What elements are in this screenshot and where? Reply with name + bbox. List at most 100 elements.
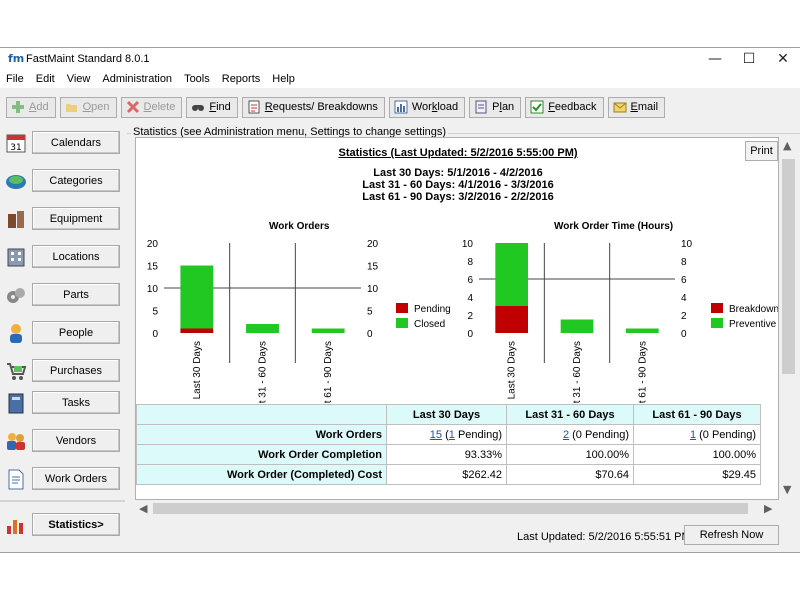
sidebar-item-parts: Parts — [0, 278, 125, 312]
legend-label: Pending — [414, 304, 451, 315]
menu-help[interactable]: Help — [266, 73, 301, 85]
statistics-button[interactable]: Statistics> — [32, 513, 120, 536]
cell-completion-90: 100.00% — [633, 444, 761, 465]
sidebar-item-people: People — [0, 316, 125, 350]
work-orders-30-link[interactable]: 15 — [430, 429, 442, 441]
category-label: Last 31 - 60 Days — [258, 341, 269, 403]
calendars-button[interactable]: Calendars — [32, 131, 120, 154]
cell-work-orders-90: 1 (0 Pending) — [633, 424, 761, 445]
y-tick-label-right: 0 — [681, 329, 687, 340]
y-tick-label-left: 2 — [467, 311, 473, 322]
statistics-table: Last 30 Days Last 31 - 60 Days Last 61 -… — [136, 404, 761, 485]
add-label: Add — [29, 101, 49, 113]
feedback-button[interactable]: Feedback — [525, 96, 604, 118]
status-bar: Last Updated: 5/2/2016 5:55:51 PM Refres… — [127, 518, 800, 552]
work-order-icon — [8, 469, 24, 490]
category-label: Last 61 - 90 Days — [323, 341, 334, 403]
email-button[interactable]: Email — [607, 96, 666, 118]
menu-administration[interactable]: Administration — [96, 73, 178, 85]
equipment-icon — [8, 211, 24, 228]
y-tick-label-left: 10 — [147, 284, 159, 295]
cell-text: ( — [442, 428, 449, 441]
open-label: Open — [82, 101, 110, 113]
title-bar[interactable]: fm FastMaint Standard 8.0.1 — ☐ ✕ — [0, 48, 800, 70]
y-tick-label-right: 15 — [367, 262, 379, 273]
row-label-work-orders: Work Orders — [136, 424, 387, 445]
feedback-icon — [530, 100, 544, 114]
y-tick-label-left: 8 — [467, 257, 473, 268]
statistics-canvas: Print Statistics (Last Updated: 5/2/2016… — [135, 137, 779, 500]
workload-chart-icon — [394, 100, 408, 114]
bar-closed — [311, 328, 345, 333]
minimize-button[interactable]: — — [698, 48, 732, 70]
cell-text: (0 Pending) — [569, 428, 629, 441]
work-orders-button[interactable]: Work Orders — [32, 467, 120, 490]
maximize-button[interactable]: ☐ — [732, 48, 766, 70]
scroll-up-icon[interactable]: ▲ — [783, 139, 791, 152]
delete-button[interactable]: Delete — [120, 96, 183, 118]
sidebar-item-work-orders: Work Orders — [0, 462, 125, 496]
sidebar-item-locations: Locations — [0, 240, 125, 274]
row-label-cost: Work Order (Completed) Cost — [136, 464, 387, 485]
sidebar-item-statistics: Statistics> — [0, 508, 125, 542]
plan-icon — [475, 100, 487, 114]
open-button[interactable]: Open — [59, 96, 117, 118]
bar-breakdown — [495, 306, 528, 333]
table-header-empty — [136, 404, 387, 425]
equipment-button[interactable]: Equipment — [32, 207, 120, 230]
menu-reports[interactable]: Reports — [216, 73, 267, 85]
purchases-button[interactable]: Purchases — [32, 359, 120, 382]
legend-swatch — [711, 318, 723, 328]
y-tick-label-left: 0 — [152, 329, 158, 340]
workload-label: Workload — [411, 101, 459, 113]
locations-button[interactable]: Locations — [32, 245, 120, 268]
menu-view[interactable]: View — [61, 73, 97, 85]
y-tick-label-right: 2 — [681, 311, 687, 322]
find-button[interactable]: Find — [186, 96, 238, 118]
y-tick-label-left: 6 — [467, 275, 473, 286]
statistics-panel: Statistics (see Administration menu, Set… — [127, 126, 800, 552]
cell-completion-30: 93.33% — [386, 444, 507, 465]
sidebar-item-equipment: Equipment — [0, 202, 125, 236]
menu-file[interactable]: File — [0, 73, 30, 85]
y-tick-label-left: 20 — [147, 239, 159, 250]
close-button[interactable]: ✕ — [766, 48, 800, 70]
range-61-90-days: Last 61 - 90 Days: 3/2/2016 - 2/2/2016 — [362, 191, 554, 203]
sidebar-item-vendors: Vendors — [0, 424, 125, 458]
table-header-31-60-days: Last 31 - 60 Days — [506, 404, 634, 425]
tasks-button[interactable]: Tasks — [32, 391, 120, 414]
categories-button[interactable]: Categories — [32, 169, 120, 192]
vertical-scroll-thumb[interactable] — [782, 159, 795, 374]
y-tick-label-right: 10 — [681, 239, 693, 250]
plan-button[interactable]: Plan — [469, 96, 522, 118]
add-button[interactable]: Add — [6, 96, 56, 118]
cell-cost-90: $29.45 — [633, 464, 761, 485]
bar-preventive — [560, 319, 594, 333]
requests-breakdowns-button[interactable]: Requests/ Breakdowns — [241, 96, 385, 118]
add-icon — [12, 101, 24, 113]
vertical-scrollbar[interactable]: ▲ ▼ — [780, 137, 797, 500]
menu-edit[interactable]: Edit — [30, 73, 61, 85]
table-header-row: Last 30 Days Last 31 - 60 Days Last 61 -… — [136, 404, 761, 425]
scroll-down-icon[interactable]: ▼ — [783, 483, 791, 496]
horizontal-scroll-thumb[interactable] — [153, 503, 748, 514]
refresh-now-button[interactable]: Refresh Now — [684, 525, 779, 545]
y-tick-label-right: 10 — [367, 284, 379, 295]
parts-button[interactable]: Parts — [32, 283, 120, 306]
sidebar-item-calendars: 31 Calendars — [0, 126, 125, 160]
vendors-button[interactable]: Vendors — [32, 429, 120, 452]
y-tick-label-left: 10 — [462, 239, 474, 250]
category-label: Last 61 - 90 Days — [637, 341, 648, 403]
category-label: Last 31 - 60 Days — [572, 341, 583, 403]
scroll-left-icon[interactable]: ◀ — [139, 502, 147, 515]
people-button[interactable]: People — [32, 321, 120, 344]
bar-preventive — [626, 328, 659, 333]
horizontal-scrollbar[interactable]: ◀ ▶ — [135, 500, 780, 517]
cell-text: (0 Pending) — [696, 428, 756, 441]
category-label: Last 30 Days — [192, 341, 203, 399]
table-row: Work Orders 15 (1 Pending) 2 (0 Pending)… — [136, 424, 761, 445]
menu-tools[interactable]: Tools — [178, 73, 216, 85]
workload-button[interactable]: Workload — [388, 96, 466, 118]
building-icon — [7, 248, 25, 267]
scroll-right-icon[interactable]: ▶ — [764, 502, 772, 515]
